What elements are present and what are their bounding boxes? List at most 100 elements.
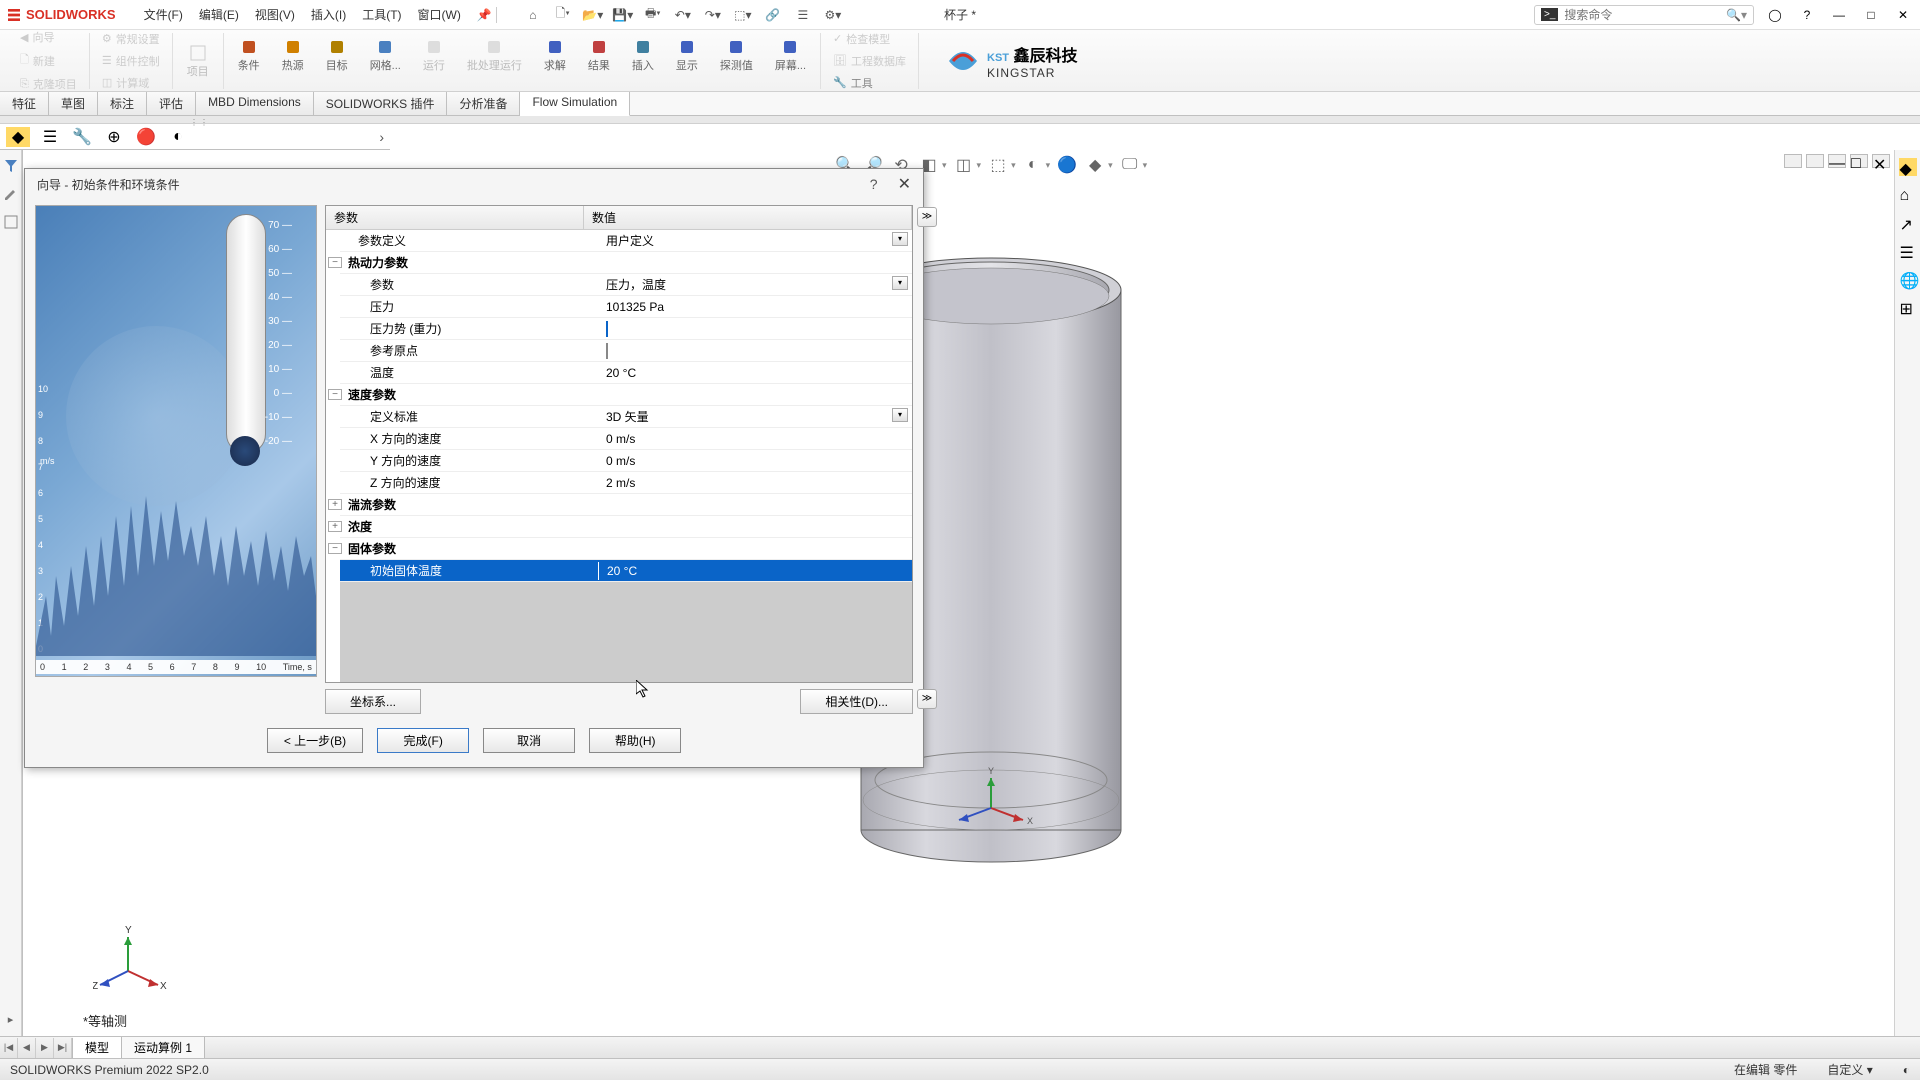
menu-edit[interactable]: 编辑(E)	[191, 6, 247, 23]
menu-file[interactable]: 文件(F)	[136, 6, 191, 23]
tab-2[interactable]: 标注	[98, 92, 147, 115]
tab-1[interactable]: 草图	[49, 92, 98, 115]
maximize-icon[interactable]: □	[1860, 4, 1882, 26]
close-icon[interactable]: ✕	[1892, 4, 1914, 26]
tab-0[interactable]: 特征	[0, 92, 49, 115]
menu-tools[interactable]: 工具(T)	[354, 6, 409, 23]
save-icon[interactable]: 💾▾	[611, 3, 635, 27]
vp-restore-icon[interactable]	[1784, 154, 1802, 168]
options-icon[interactable]: ☰	[791, 3, 815, 27]
back-button[interactable]: < 上一步(B)	[267, 728, 363, 753]
ribbon-热源[interactable]: 热源	[276, 35, 310, 75]
ribbon-条件[interactable]: 条件	[232, 35, 266, 75]
menu-insert[interactable]: 插入(I)	[303, 6, 354, 23]
row-gravity[interactable]: 压力势 (重力)	[340, 318, 912, 340]
row-thermo-param[interactable]: 参数压力，温度▾	[340, 274, 912, 296]
home-icon[interactable]: ⌂	[521, 3, 545, 27]
vp-win-icon[interactable]: □	[1850, 154, 1868, 168]
rt-globe-icon[interactable]: 🌐	[1899, 270, 1917, 288]
filter-icon[interactable]	[3, 158, 19, 174]
row-solid[interactable]: −固体参数	[340, 538, 912, 560]
ribbon-网格...[interactable]: 网格...	[364, 35, 407, 75]
collapse-icon[interactable]: −	[328, 257, 342, 268]
panel-expand-top-icon[interactable]: ≫	[917, 207, 937, 227]
undo-icon[interactable]: ↶▾	[671, 3, 695, 27]
rt-arrow-icon[interactable]: ↗	[1899, 214, 1917, 232]
collapse-icon[interactable]: −	[328, 389, 342, 400]
expand-icon[interactable]: +	[328, 499, 342, 510]
panel-expand-bottom-icon[interactable]: ≫	[917, 689, 937, 709]
search-input[interactable]	[1564, 8, 1726, 22]
feature-tree-icon[interactable]: ◆	[6, 127, 30, 147]
collapse-icon[interactable]: −	[328, 543, 342, 554]
relation-button[interactable]: 相关性(D)...	[800, 689, 913, 714]
open-icon[interactable]: 📂▾	[581, 3, 605, 27]
config-icon[interactable]: 🔧	[70, 127, 94, 147]
flow-icon[interactable]: ◐	[166, 127, 190, 147]
db-button[interactable]: 🗄工程数据库	[829, 51, 910, 71]
property-icon[interactable]: ☰	[38, 127, 62, 147]
vp-min-icon[interactable]: —	[1828, 154, 1846, 168]
coord-button[interactable]: 坐标系...	[325, 689, 421, 714]
view-settings-icon[interactable]: 🖵	[1119, 154, 1141, 176]
settings-icon[interactable]: ⚙▾	[821, 3, 845, 27]
row-pressure[interactable]: 压力101325 Pa	[340, 296, 912, 318]
row-temperature[interactable]: 温度20 °C	[340, 362, 912, 384]
print-icon[interactable]: 🖶▾	[641, 3, 665, 27]
status-custom[interactable]: 自定义 ▾	[1827, 1061, 1872, 1078]
rt-list-icon[interactable]: ⊞	[1899, 298, 1917, 316]
row-vx[interactable]: X 方向的速度0 m/s	[340, 428, 912, 450]
tab-motion[interactable]: 运动算例 1	[122, 1037, 205, 1058]
new-doc-icon[interactable]: 🗋▾	[551, 3, 575, 27]
collapse-icon[interactable]: ▸	[8, 1013, 14, 1026]
tab-4[interactable]: MBD Dimensions	[196, 92, 314, 115]
row-def-std[interactable]: 定义标准3D 矢量▾	[340, 406, 912, 428]
cancel-button[interactable]: 取消	[483, 728, 575, 753]
ribbon-屏幕...[interactable]: 屏幕...	[769, 35, 812, 75]
ribbon-插入[interactable]: 插入	[626, 35, 660, 75]
vp-max-icon[interactable]	[1806, 154, 1824, 168]
row-refpt[interactable]: 参考原点	[340, 340, 912, 362]
minimize-icon[interactable]: —	[1828, 4, 1850, 26]
row-solid-temp[interactable]: 初始固体温度20 °C	[340, 560, 912, 582]
row-vy[interactable]: Y 方向的速度0 m/s	[340, 450, 912, 472]
calc-button[interactable]: ◫计算域	[98, 73, 153, 93]
wizard-button[interactable]: ◀向导	[16, 27, 58, 47]
first-icon[interactable]: |◀	[0, 1038, 18, 1058]
edit-appear-icon[interactable]: 🔵	[1056, 154, 1078, 176]
ribbon-结果[interactable]: 结果	[582, 35, 616, 75]
rebuild-icon[interactable]: 🔗	[761, 3, 785, 27]
tab-6[interactable]: 分析准备	[447, 92, 520, 115]
check-button[interactable]: ✓检查模型	[829, 29, 894, 49]
rt-home-icon[interactable]: ⌂	[1899, 186, 1917, 204]
row-turbulence[interactable]: +湍流参数	[340, 494, 912, 516]
row-velocity[interactable]: −速度参数	[340, 384, 912, 406]
apply-scene-icon[interactable]: ◆	[1084, 154, 1106, 176]
search-box[interactable]: >_ 🔍▾	[1534, 5, 1754, 25]
row-concentration[interactable]: +浓度	[340, 516, 912, 538]
clone-button[interactable]: ⎘克隆项目	[16, 74, 81, 94]
menu-window[interactable]: 窗口(W)	[410, 6, 469, 23]
tab-model[interactable]: 模型	[73, 1037, 122, 1058]
select-icon[interactable]: ⬚▾	[731, 3, 755, 27]
expand-panel-icon[interactable]: ›	[379, 129, 384, 145]
hide-show-icon[interactable]: ◐	[1022, 154, 1044, 176]
user-icon[interactable]: ◯	[1764, 4, 1786, 26]
tools-button[interactable]: 🔧工具	[829, 73, 877, 93]
help-icon[interactable]: ?	[1796, 4, 1818, 26]
tab-7[interactable]: Flow Simulation	[520, 92, 630, 116]
tab-5[interactable]: SOLIDWORKS 插件	[314, 92, 448, 115]
row-thermo[interactable]: −热动力参数	[340, 252, 912, 274]
view-orient-icon[interactable]: ◫	[953, 154, 975, 176]
ribbon-求解[interactable]: 求解	[538, 35, 572, 75]
row-vz[interactable]: Z 方向的速度2 m/s	[340, 472, 912, 494]
rt-layers-icon[interactable]: ☰	[1899, 242, 1917, 260]
menu-view[interactable]: 视图(V)	[247, 6, 303, 23]
dialog-help-icon[interactable]: ?	[870, 176, 878, 192]
rt-top-icon[interactable]: ◆	[1899, 158, 1917, 176]
expand-icon[interactable]: +	[328, 521, 342, 532]
next-icon[interactable]: ▶	[36, 1038, 54, 1058]
checkbox-on-icon[interactable]	[606, 321, 608, 337]
help-button[interactable]: 帮助(H)	[589, 728, 681, 753]
splitter-bar[interactable]: ⋮⋮	[0, 116, 1920, 124]
